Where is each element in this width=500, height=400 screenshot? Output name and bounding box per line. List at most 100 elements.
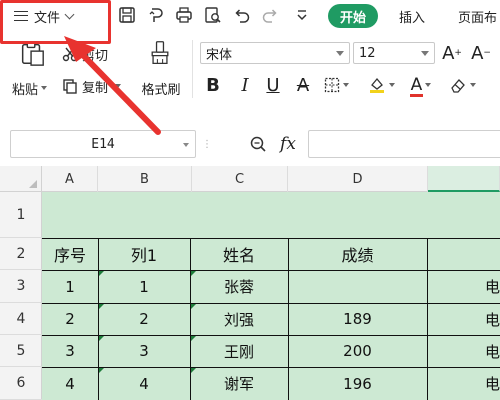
- text-number-indicator[interactable]: [99, 304, 104, 309]
- font-size-value: 12: [359, 45, 376, 61]
- text-number-indicator[interactable]: [191, 271, 196, 276]
- font-name-select[interactable]: 宋体: [200, 42, 350, 64]
- text-number-indicator[interactable]: [191, 304, 196, 309]
- table-cell-score[interactable]: 189: [288, 303, 427, 335]
- font-color-icon[interactable]: A: [407, 74, 435, 97]
- row-header-6[interactable]: 6: [0, 367, 42, 400]
- table-cell-seq[interactable]: 4: [42, 367, 98, 400]
- select-all-corner[interactable]: [0, 166, 42, 192]
- column-header-c[interactable]: C: [192, 166, 288, 192]
- fill-color-icon[interactable]: [367, 74, 395, 96]
- caret-down-icon: [115, 84, 122, 88]
- tab-start[interactable]: 开始: [328, 4, 378, 28]
- print-preview-icon[interactable]: [203, 5, 223, 25]
- cut-button[interactable]: 剪切: [62, 44, 108, 64]
- italic-icon[interactable]: I: [236, 74, 254, 96]
- annotation-highlight-box: [0, 0, 111, 44]
- table-cell-seq[interactable]: 1: [42, 270, 98, 303]
- save-icon[interactable]: [117, 5, 137, 25]
- format-painter-icon[interactable]: [145, 38, 175, 68]
- row-header-1[interactable]: 1: [0, 192, 42, 238]
- table-cell-name[interactable]: 谢军: [190, 367, 288, 400]
- eraser-icon[interactable]: [447, 74, 477, 96]
- formula-bar: E14 ⋮ fx: [0, 124, 500, 166]
- format-painter-label: 格式刷: [141, 82, 181, 98]
- table-cell-col1[interactable]: 4: [98, 367, 190, 400]
- strikethrough-icon[interactable]: A: [294, 74, 312, 96]
- table-cell-e[interactable]: 电: [427, 367, 500, 400]
- paste-label: 粘贴: [12, 82, 39, 98]
- table-cell-e[interactable]: 电: [427, 270, 500, 303]
- table-cell-seq[interactable]: 2: [42, 303, 98, 335]
- table-cell-seq[interactable]: 3: [42, 335, 98, 367]
- column-header-e[interactable]: [428, 166, 500, 192]
- cut-label: 剪切: [82, 48, 109, 64]
- font-size-select[interactable]: 12: [353, 42, 435, 64]
- table-header-col1[interactable]: 列1: [98, 238, 190, 270]
- row-headers: 1 2 3 4 5 6: [0, 192, 42, 400]
- caret-down-icon: [388, 83, 395, 87]
- decrease-font-size-icon[interactable]: A −: [470, 42, 492, 64]
- tab-insert[interactable]: 插入: [399, 4, 425, 28]
- table-cell-col1[interactable]: 1: [98, 270, 190, 303]
- row-header-3[interactable]: 3: [0, 270, 42, 303]
- text-number-indicator[interactable]: [191, 368, 196, 373]
- table-header-name[interactable]: 姓名: [190, 238, 288, 270]
- copy-icon: [63, 79, 77, 94]
- caret-down-icon: [469, 83, 476, 87]
- resize-handle[interactable]: ⋮: [202, 132, 212, 156]
- table-cell-e[interactable]: 电: [427, 335, 500, 367]
- cell-grid[interactable]: 序号 列1 姓名 成绩 1 1 张蓉 电 2 2 刘强 189 电 3 3 王刚…: [42, 192, 500, 400]
- ribbon-spacer: [0, 104, 500, 124]
- paste-button[interactable]: 粘贴: [12, 78, 48, 98]
- table-cell-score[interactable]: 200: [288, 335, 427, 367]
- output-icon[interactable]: [146, 5, 166, 25]
- font-name-value: 宋体: [206, 47, 233, 63]
- table-header-seq[interactable]: 序号: [42, 238, 98, 270]
- row-header-2[interactable]: 2: [0, 238, 42, 270]
- name-box[interactable]: E14: [10, 130, 196, 158]
- ribbon-divider: [192, 40, 193, 98]
- format-painter-button[interactable]: 格式刷: [136, 78, 186, 98]
- scissors-icon: [62, 47, 78, 62]
- column-header-a[interactable]: A: [42, 166, 98, 192]
- formula-input[interactable]: [308, 130, 500, 158]
- table-cell-col1[interactable]: 2: [98, 303, 190, 335]
- column-headers: A B C D: [0, 166, 500, 192]
- table-cell-score[interactable]: [288, 270, 427, 303]
- text-number-indicator[interactable]: [99, 271, 104, 276]
- bold-icon[interactable]: B: [204, 74, 222, 96]
- zoom-search-icon[interactable]: [248, 134, 268, 154]
- table-cell-col1[interactable]: 3: [98, 335, 190, 367]
- table-header-score[interactable]: 成绩: [288, 238, 427, 270]
- table-cell-name[interactable]: 刘强: [190, 303, 288, 335]
- text-number-indicator[interactable]: [191, 336, 196, 341]
- function-button[interactable]: fx: [276, 132, 300, 156]
- caret-down-icon: [336, 51, 344, 56]
- underline-icon[interactable]: U: [264, 74, 282, 96]
- table-cell-e[interactable]: 电: [427, 303, 500, 335]
- tab-page-layout[interactable]: 页面布: [458, 4, 500, 28]
- caret-down-icon: [183, 143, 189, 147]
- row-header-5[interactable]: 5: [0, 335, 42, 367]
- caret-down-icon: [421, 51, 429, 56]
- table-cell-name[interactable]: 王刚: [190, 335, 288, 367]
- row-header-4[interactable]: 4: [0, 303, 42, 335]
- ribbon: 粘贴 剪切 复制 格式刷 宋体 12 A + A − B I U A A: [0, 34, 500, 104]
- table-cell-name[interactable]: 张蓉: [190, 270, 288, 303]
- copy-button[interactable]: 复制: [62, 76, 122, 96]
- redo-icon[interactable]: [260, 5, 280, 25]
- text-number-indicator[interactable]: [99, 368, 104, 373]
- print-icon[interactable]: [174, 5, 194, 25]
- column-header-b[interactable]: B: [98, 166, 192, 192]
- cell-reference: E14: [91, 136, 115, 152]
- undo-icon[interactable]: [232, 5, 252, 25]
- text-number-indicator[interactable]: [99, 336, 104, 341]
- caret-down-icon: [425, 83, 432, 87]
- copy-label: 复制: [82, 80, 109, 96]
- border-icon[interactable]: [322, 74, 350, 96]
- customize-toolbar-icon[interactable]: [292, 5, 312, 25]
- table-cell-score[interactable]: 196: [288, 367, 427, 400]
- increase-font-size-icon[interactable]: A +: [441, 42, 463, 64]
- column-header-d[interactable]: D: [288, 166, 428, 192]
